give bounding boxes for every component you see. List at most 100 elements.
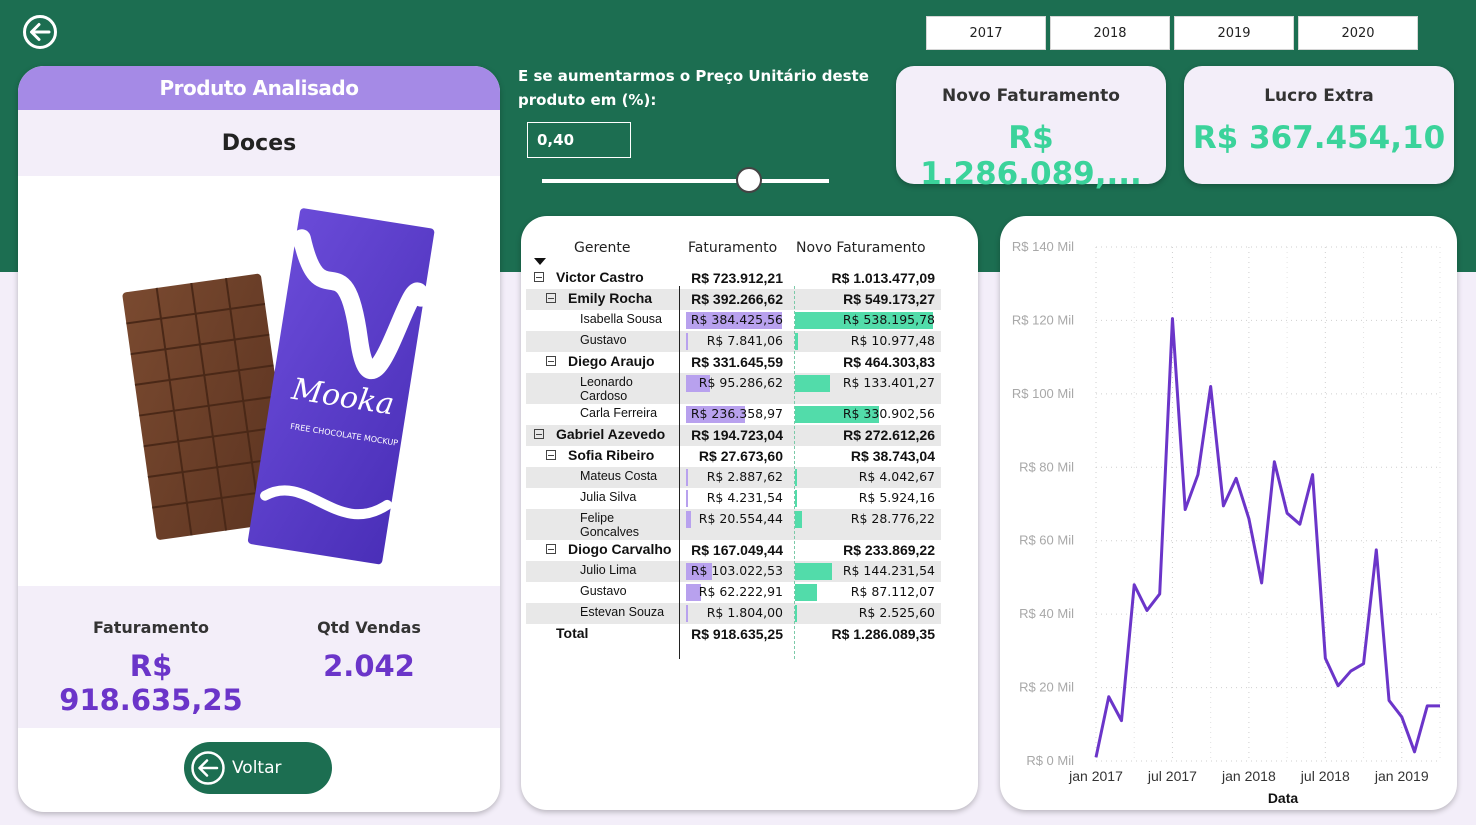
row-label: Carla Ferreira [580, 406, 658, 420]
arrow-left-circle-icon [191, 751, 225, 785]
row-label: Estevan Souza [580, 605, 665, 619]
percent-slider-thumb[interactable] [735, 167, 762, 193]
table-row[interactable]: Gustavo R$ 7.841,06 R$ 10.977,48 [526, 331, 941, 352]
novo-faturamento-value: R$ 1.286.089,... [920, 120, 1142, 192]
product-image: Mooka FREE CHOCOLATE MOCKUP [18, 176, 500, 586]
x-axis-title: Data [1268, 790, 1299, 806]
row-label: Diego Araujo [568, 353, 655, 369]
year-button-2018[interactable]: 2018 [1050, 16, 1170, 50]
collapse-icon[interactable] [546, 544, 556, 554]
column-header-faturamento[interactable]: Faturamento [688, 240, 777, 256]
faturamento-databar [686, 469, 688, 486]
total-row[interactable]: Total R$ 918.635,25 R$ 1.286.089,35 [526, 624, 941, 645]
novo-faturamento-cell: R$ 144.231,54 [842, 563, 935, 578]
y-tick-label: R$ 40 Mil [1019, 606, 1074, 621]
y-tick-label: R$ 20 Mil [1019, 680, 1074, 695]
table-row[interactable]: Victor Castro R$ 723.912,21 R$ 1.013.477,0… [526, 268, 941, 289]
row-label: Victor Castro [556, 269, 644, 285]
table-row[interactable]: Estevan Souza R$ 1.804,00 R$ 2.525,60 [526, 603, 941, 624]
row-label: Total [556, 625, 589, 641]
collapse-icon[interactable] [534, 429, 544, 439]
novo-faturamento-databar [795, 375, 830, 392]
year-button-2017[interactable]: 2017 [926, 16, 1046, 50]
table-row[interactable]: Mateus Costa R$ 2.887,62 R$ 4.042,67 [526, 467, 941, 488]
faturamento-cell: R$ 331.645,59 [691, 354, 783, 370]
row-label: Isabella Sousa [580, 312, 663, 326]
collapse-icon[interactable] [546, 450, 556, 460]
revenue-line-chart: R$ 0 Mil R$ 20 Mil R$ 40 Mil R$ 60 Mil R$ 80… [1012, 239, 1441, 806]
novo-faturamento-databar [795, 584, 818, 601]
novo-faturamento-cell: R$ 2.525,60 [858, 605, 935, 620]
novo-faturamento-cell: R$ 272.612,26 [843, 427, 935, 443]
back-arrow-icon[interactable] [22, 14, 58, 50]
table-row[interactable]: Felipe Goncalves R$ 20.554,44 R$ 28.776,22 [526, 509, 941, 540]
year-button-2020[interactable]: 2020 [1298, 16, 1418, 50]
faturamento-cell: R$ 103.022,53 [690, 563, 783, 578]
table-row[interactable]: Diogo Carvalho R$ 167.049,44 R$ 233.869,22 [526, 540, 941, 561]
collapse-icon[interactable] [546, 356, 556, 366]
novo-faturamento-cell: R$ 330.902,56 [842, 406, 935, 421]
table-row[interactable]: Julio Lima R$ 103.022,53 R$ 144.231,54 [526, 561, 941, 582]
x-tick-label: jul 2018 [1300, 768, 1350, 784]
faturamento-cell: R$ 95.286,62 [698, 375, 783, 390]
faturamento-cell: R$ 7.841,06 [706, 333, 783, 348]
novo-faturamento-cell: R$ 28.776,22 [850, 511, 935, 526]
novo-faturamento-cell: R$ 549.173,27 [843, 291, 935, 307]
novo-faturamento-cell: R$ 87.112,07 [850, 584, 935, 599]
qtd-vendas-label: Qtd Vendas [317, 618, 421, 637]
faturamento-cell: R$ 62.222,91 [698, 584, 783, 599]
novo-faturamento-label: Novo Faturamento [942, 86, 1120, 106]
column-header-gerente[interactable]: Gerente [574, 240, 631, 256]
revenue-series-line [1094, 317, 1440, 758]
y-tick-label: R$ 100 Mil [1012, 386, 1074, 401]
year-button-2019[interactable]: 2019 [1174, 16, 1294, 50]
table-row[interactable]: Isabella Sousa R$ 384.425,56 R$ 538.195,78 [526, 310, 941, 331]
novo-faturamento-cell: R$ 464.303,83 [843, 354, 935, 370]
faturamento-label: Faturamento [92, 618, 210, 637]
novo-faturamento-cell: R$ 233.869,22 [843, 542, 935, 558]
voltar-button[interactable]: Voltar [184, 742, 332, 794]
faturamento-cell: R$ 1.804,00 [706, 605, 783, 620]
table-row[interactable]: Diego Araujo R$ 331.645,59 R$ 464.303,83 [526, 352, 941, 373]
faturamento-cell: R$ 20.554,44 [698, 511, 783, 526]
lucro-extra-value: R$ 367.454,10 [1192, 120, 1446, 156]
novo-faturamento-cell: R$ 4.042,67 [858, 469, 935, 484]
column-header-novo-faturamento[interactable]: Novo Faturamento [796, 240, 926, 256]
row-label: Julio Lima [580, 563, 637, 577]
faturamento-cell: R$ 236.358,97 [690, 406, 783, 421]
faturamento-databar [686, 333, 688, 350]
table-row[interactable]: Sofia Ribeiro R$ 27.673,60 R$ 38.743,04 [526, 446, 941, 467]
faturamento-cell: R$ 4.231,54 [706, 490, 783, 505]
matrix-body: Victor Castro R$ 723.912,21 R$ 1.013.477,0… [526, 268, 941, 645]
faturamento-cell: R$ 918.635,25 [691, 626, 783, 642]
row-label: Julia Silva [580, 490, 637, 504]
table-row[interactable]: Emily Rocha R$ 392.266,62 R$ 549.173,27 [526, 289, 941, 310]
y-tick-label: R$ 60 Mil [1019, 533, 1074, 548]
lucro-extra-card: Lucro Extra R$ 367.454,10 [1184, 66, 1454, 184]
y-tick-label: R$ 120 Mil [1012, 312, 1074, 327]
x-tick-label: jul 2017 [1147, 768, 1197, 784]
collapse-icon[interactable] [534, 272, 544, 282]
manager-matrix-card: Gerente Faturamento Novo Faturamento Vic… [521, 216, 978, 810]
percent-input[interactable]: 0,40 [527, 122, 631, 158]
x-tick-label: jan 2019 [1374, 768, 1429, 784]
novo-faturamento-cell: R$ 133.401,27 [842, 375, 935, 390]
row-label: Gustavo [580, 333, 627, 347]
matrix-header: Gerente Faturamento Novo Faturamento [526, 232, 941, 268]
table-row[interactable]: Carla Ferreira R$ 236.358,97 R$ 330.902,56 [526, 404, 941, 425]
sort-desc-icon[interactable] [534, 258, 546, 265]
table-row[interactable]: Gabriel Azevedo R$ 194.723,04 R$ 272.612,2… [526, 425, 941, 446]
faturamento-cell: R$ 2.887,62 [706, 469, 783, 484]
table-row[interactable]: Leonardo Cardoso R$ 95.286,62 R$ 133.401,2… [526, 373, 941, 404]
percent-slider-track[interactable] [542, 179, 829, 183]
faturamento-cell: R$ 723.912,21 [691, 270, 783, 286]
row-label: Emily Rocha [568, 290, 653, 306]
table-row[interactable]: Gustavo R$ 62.222,91 R$ 87.112,07 [526, 582, 941, 603]
revenue-line-chart-card: R$ 0 Mil R$ 20 Mil R$ 40 Mil R$ 60 Mil R$ 80… [1000, 216, 1457, 810]
faturamento-value: R$ 918.635,25 [59, 649, 243, 717]
novo-faturamento-cell: R$ 1.286.089,35 [831, 626, 935, 642]
y-tick-label: R$ 0 Mil [1026, 753, 1074, 768]
collapse-icon[interactable] [546, 293, 556, 303]
table-row[interactable]: Julia Silva R$ 4.231,54 R$ 5.924,16 [526, 488, 941, 509]
product-card-title: Produto Analisado [18, 66, 500, 110]
